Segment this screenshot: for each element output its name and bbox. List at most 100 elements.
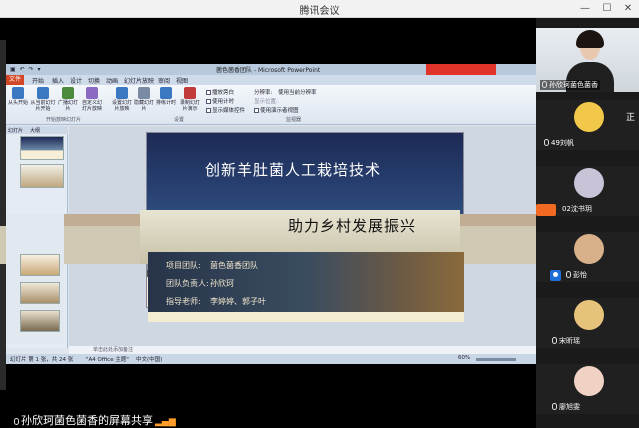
slide-thumbnail[interactable] <box>20 136 64 160</box>
ppt-ribbon: 从头开始 从当前幻灯片开始 广播幻灯片 自定义幻灯片放映 设置幻灯片放映 隐藏幻… <box>6 85 536 125</box>
mic-icon <box>544 139 549 146</box>
slide-leader-line: 团队负责人:孙欣珂 <box>166 279 234 288</box>
group-monitor-label: 监视器 <box>286 117 302 123</box>
narration-checkbox[interactable]: 播放旁白 <box>206 88 234 96</box>
checkbox-box <box>206 108 211 113</box>
thumbnail-pane-tabs: 幻灯片 大纲 <box>6 126 68 134</box>
screen-share-label: 孙欣珂菌色菌香的屏幕共享 ▂▄▆ <box>14 412 176 428</box>
media-controls-checkbox[interactable]: 显示媒体控件 <box>206 106 245 114</box>
rehearse-icon <box>160 87 172 99</box>
tab-design[interactable]: 设计 <box>70 76 82 85</box>
slide-body: 项目团队: 菌色菌香团队 团队负责人:孙欣珂 指导老师: 李婷婷、郭子叶 <box>148 252 464 322</box>
mic-icon <box>552 337 557 344</box>
participant-video[interactable]: 孙欣珂菌色菌香 <box>536 28 639 92</box>
slide-position: 幻灯片 第 1 张，共 24 张 <box>10 357 74 363</box>
participant-panel: 孙欣珂菌色菌香 正 49刘帆 02沈书玥 彭怡 宋昕瑶 廖旭雯 <box>536 18 639 428</box>
zoom-level[interactable]: 60% <box>458 355 470 361</box>
meeting-window: 腾讯会议 — ☐ ✕ ▣ ↶ ↷ ▾ 菌色菌香团队 - Microsoft Po… <box>0 0 639 428</box>
ppt-status-bar: 幻灯片 第 1 张，共 24 张 "A4 Office 主题" 中文(中国) 6… <box>6 354 536 364</box>
avatar <box>574 300 604 330</box>
notes-pane[interactable]: 单击此处添加备注 <box>69 346 536 354</box>
tab-home[interactable]: 开始 <box>32 76 44 85</box>
overflow-name: 正 <box>626 113 636 123</box>
tab-outline[interactable]: 大纲 <box>30 127 40 134</box>
ppt-title-highlight <box>426 64 496 75</box>
slide-subtitle: 助力乡村发展振兴 <box>288 217 417 235</box>
tab-insert[interactable]: 插入 <box>52 76 64 85</box>
slide-thumbnail[interactable] <box>20 254 60 276</box>
minimize-button[interactable]: — <box>578 2 592 15</box>
from-beginning-button[interactable]: 从头开始 <box>8 87 28 106</box>
rehearse-button[interactable]: 排练计时 <box>156 87 176 106</box>
mic-icon <box>542 81 547 88</box>
user-icon <box>550 270 561 281</box>
avatar <box>574 366 604 396</box>
participant-name: 廖旭雯 <box>552 402 580 412</box>
avatar <box>574 168 604 198</box>
broadcast-icon <box>62 87 74 99</box>
quick-access-toolbar[interactable]: ▣ ↶ ↷ ▾ <box>10 66 41 73</box>
checkbox-box <box>254 108 259 113</box>
checkbox-box <box>206 99 211 104</box>
slide-thumbnail-pane-lower <box>6 214 64 344</box>
checkbox-box <box>206 90 211 95</box>
participant-name: 49刘帆 <box>544 138 574 148</box>
participant-tile[interactable]: 正 49刘帆 <box>536 100 639 150</box>
participant-tile[interactable]: 宋昕瑶 <box>536 298 639 348</box>
tab-slideshow[interactable]: 幻灯片放映 <box>124 76 154 85</box>
mic-icon <box>552 403 557 410</box>
title-bar: 腾讯会议 — ☐ ✕ <box>0 0 639 18</box>
ppt-title-bar: ▣ ↶ ↷ ▾ 菌色菌香团队 - Microsoft PowerPoint <box>6 64 536 75</box>
resolution-label: 分辨率: <box>254 90 273 96</box>
slide-title: 创新羊肚菌人工栽培技术 <box>205 161 382 179</box>
record-icon <box>184 87 196 99</box>
slide-team-line: 项目团队: 菌色菌香团队 <box>166 261 258 270</box>
close-button[interactable]: ✕ <box>621 2 635 15</box>
slide-bottom-band <box>148 312 464 322</box>
presenter-view-checkbox[interactable]: 使用演示者视图 <box>254 106 299 114</box>
slide-thumbnail[interactable] <box>20 282 60 304</box>
ppt-document-title: 菌色菌香团队 - Microsoft PowerPoint <box>216 67 321 74</box>
window-title: 腾讯会议 <box>299 6 340 17</box>
participant-name: 孙欣珂菌色菌香 <box>540 80 600 90</box>
maximize-button[interactable]: ☐ <box>600 2 614 15</box>
slideshow-current-icon <box>37 87 49 99</box>
from-current-button[interactable]: 从当前幻灯片开始 <box>30 87 56 112</box>
tab-animations[interactable]: 动画 <box>106 76 118 85</box>
timing-checkbox[interactable]: 使用计时 <box>206 97 234 105</box>
setup-show-icon <box>116 87 128 99</box>
mic-icon <box>566 271 571 278</box>
slide-advisor-line: 指导老师: 李婷婷、郭子叶 <box>166 297 266 306</box>
participant-name: 彭怡 <box>566 270 587 280</box>
participant-tile[interactable]: 彭怡 <box>536 232 639 282</box>
tab-review[interactable]: 审阅 <box>158 76 170 85</box>
avatar <box>574 234 604 264</box>
tab-transitions[interactable]: 切换 <box>88 76 100 85</box>
setup-show-button[interactable]: 设置幻灯片放映 <box>112 87 132 112</box>
participant-name: 02沈书玥 <box>562 205 592 213</box>
tab-view[interactable]: 视图 <box>176 76 188 85</box>
group-setup-label: 设置 <box>174 117 185 123</box>
group-start-label: 开始放映幻灯片 <box>46 117 82 123</box>
broadcast-button[interactable]: 广播幻灯片 <box>58 87 78 112</box>
hide-slide-button[interactable]: 隐藏幻灯片 <box>134 87 154 112</box>
custom-show-button[interactable]: 自定义幻灯片放映 <box>80 87 104 112</box>
signal-icon: ▂▄▆ <box>155 417 176 427</box>
theme-name: "A4 Office 主题" <box>86 357 129 363</box>
display-on-label: 显示位置: <box>254 99 278 105</box>
avatar <box>574 102 604 132</box>
record-button[interactable]: 录制幻灯片演示 <box>178 87 202 112</box>
resolution-select[interactable]: 使用当前分辨率 <box>278 88 317 96</box>
ppt-ribbon-tabs: 文件 开始 插入 设计 切换 动画 幻灯片放映 审阅 视图 <box>6 75 536 85</box>
participant-hair <box>576 30 604 48</box>
tab-slides[interactable]: 幻灯片 <box>8 127 23 134</box>
slide-thumbnail[interactable] <box>20 164 64 188</box>
slide-thumbnail[interactable] <box>20 310 60 332</box>
tab-file[interactable]: 文件 <box>6 75 24 85</box>
recording-icon <box>536 204 556 216</box>
slideshow-start-icon <box>12 87 24 99</box>
zoom-slider[interactable] <box>476 358 516 361</box>
mic-icon <box>14 418 19 425</box>
participant-tile[interactable]: 廖旭雯 <box>536 364 639 414</box>
hide-slide-icon <box>138 87 150 99</box>
